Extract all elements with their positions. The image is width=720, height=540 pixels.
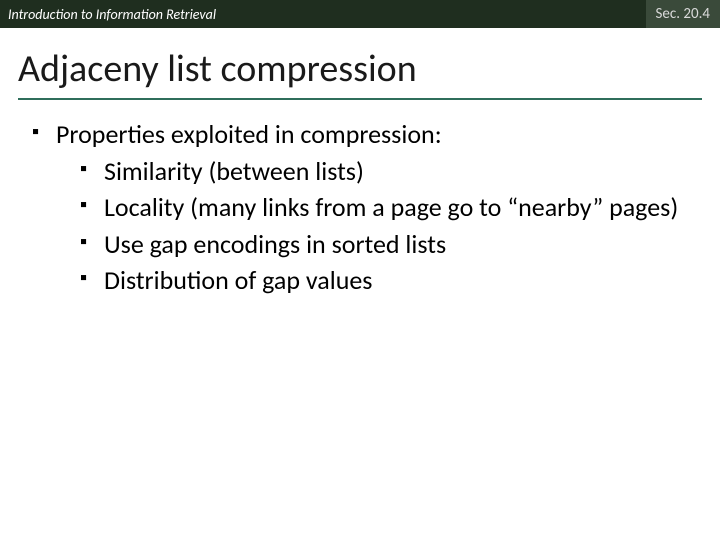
slide-title: Adjaceny list compression (0, 28, 720, 98)
sub-bullet-text: Distribution of gap values (104, 264, 372, 296)
sub-bullet-text: Similarity (between lists) (104, 155, 364, 187)
section-label: Sec. 20.4 (646, 0, 720, 28)
slide-header: Introduction to Information Retrieval Se… (0, 0, 720, 28)
bullet-main-text: Properties exploited in compression: (56, 118, 442, 150)
sub-bullet: Locality (many links from a page go to “… (80, 191, 688, 224)
sub-bullet: Distribution of gap values (80, 264, 688, 297)
sub-bullet-text: Locality (many links from a page go to “… (104, 191, 678, 223)
sub-bullet-text: Use gap encodings in sorted lists (104, 228, 446, 260)
sub-bullet: Use gap encodings in sorted lists (80, 228, 688, 261)
course-title: Introduction to Information Retrieval (8, 6, 216, 23)
slide-body: Properties exploited in compression: Sim… (0, 118, 720, 297)
bullet-main: Properties exploited in compression: Sim… (32, 118, 688, 297)
sub-bullet: Similarity (between lists) (80, 155, 688, 188)
title-underline (18, 98, 702, 100)
